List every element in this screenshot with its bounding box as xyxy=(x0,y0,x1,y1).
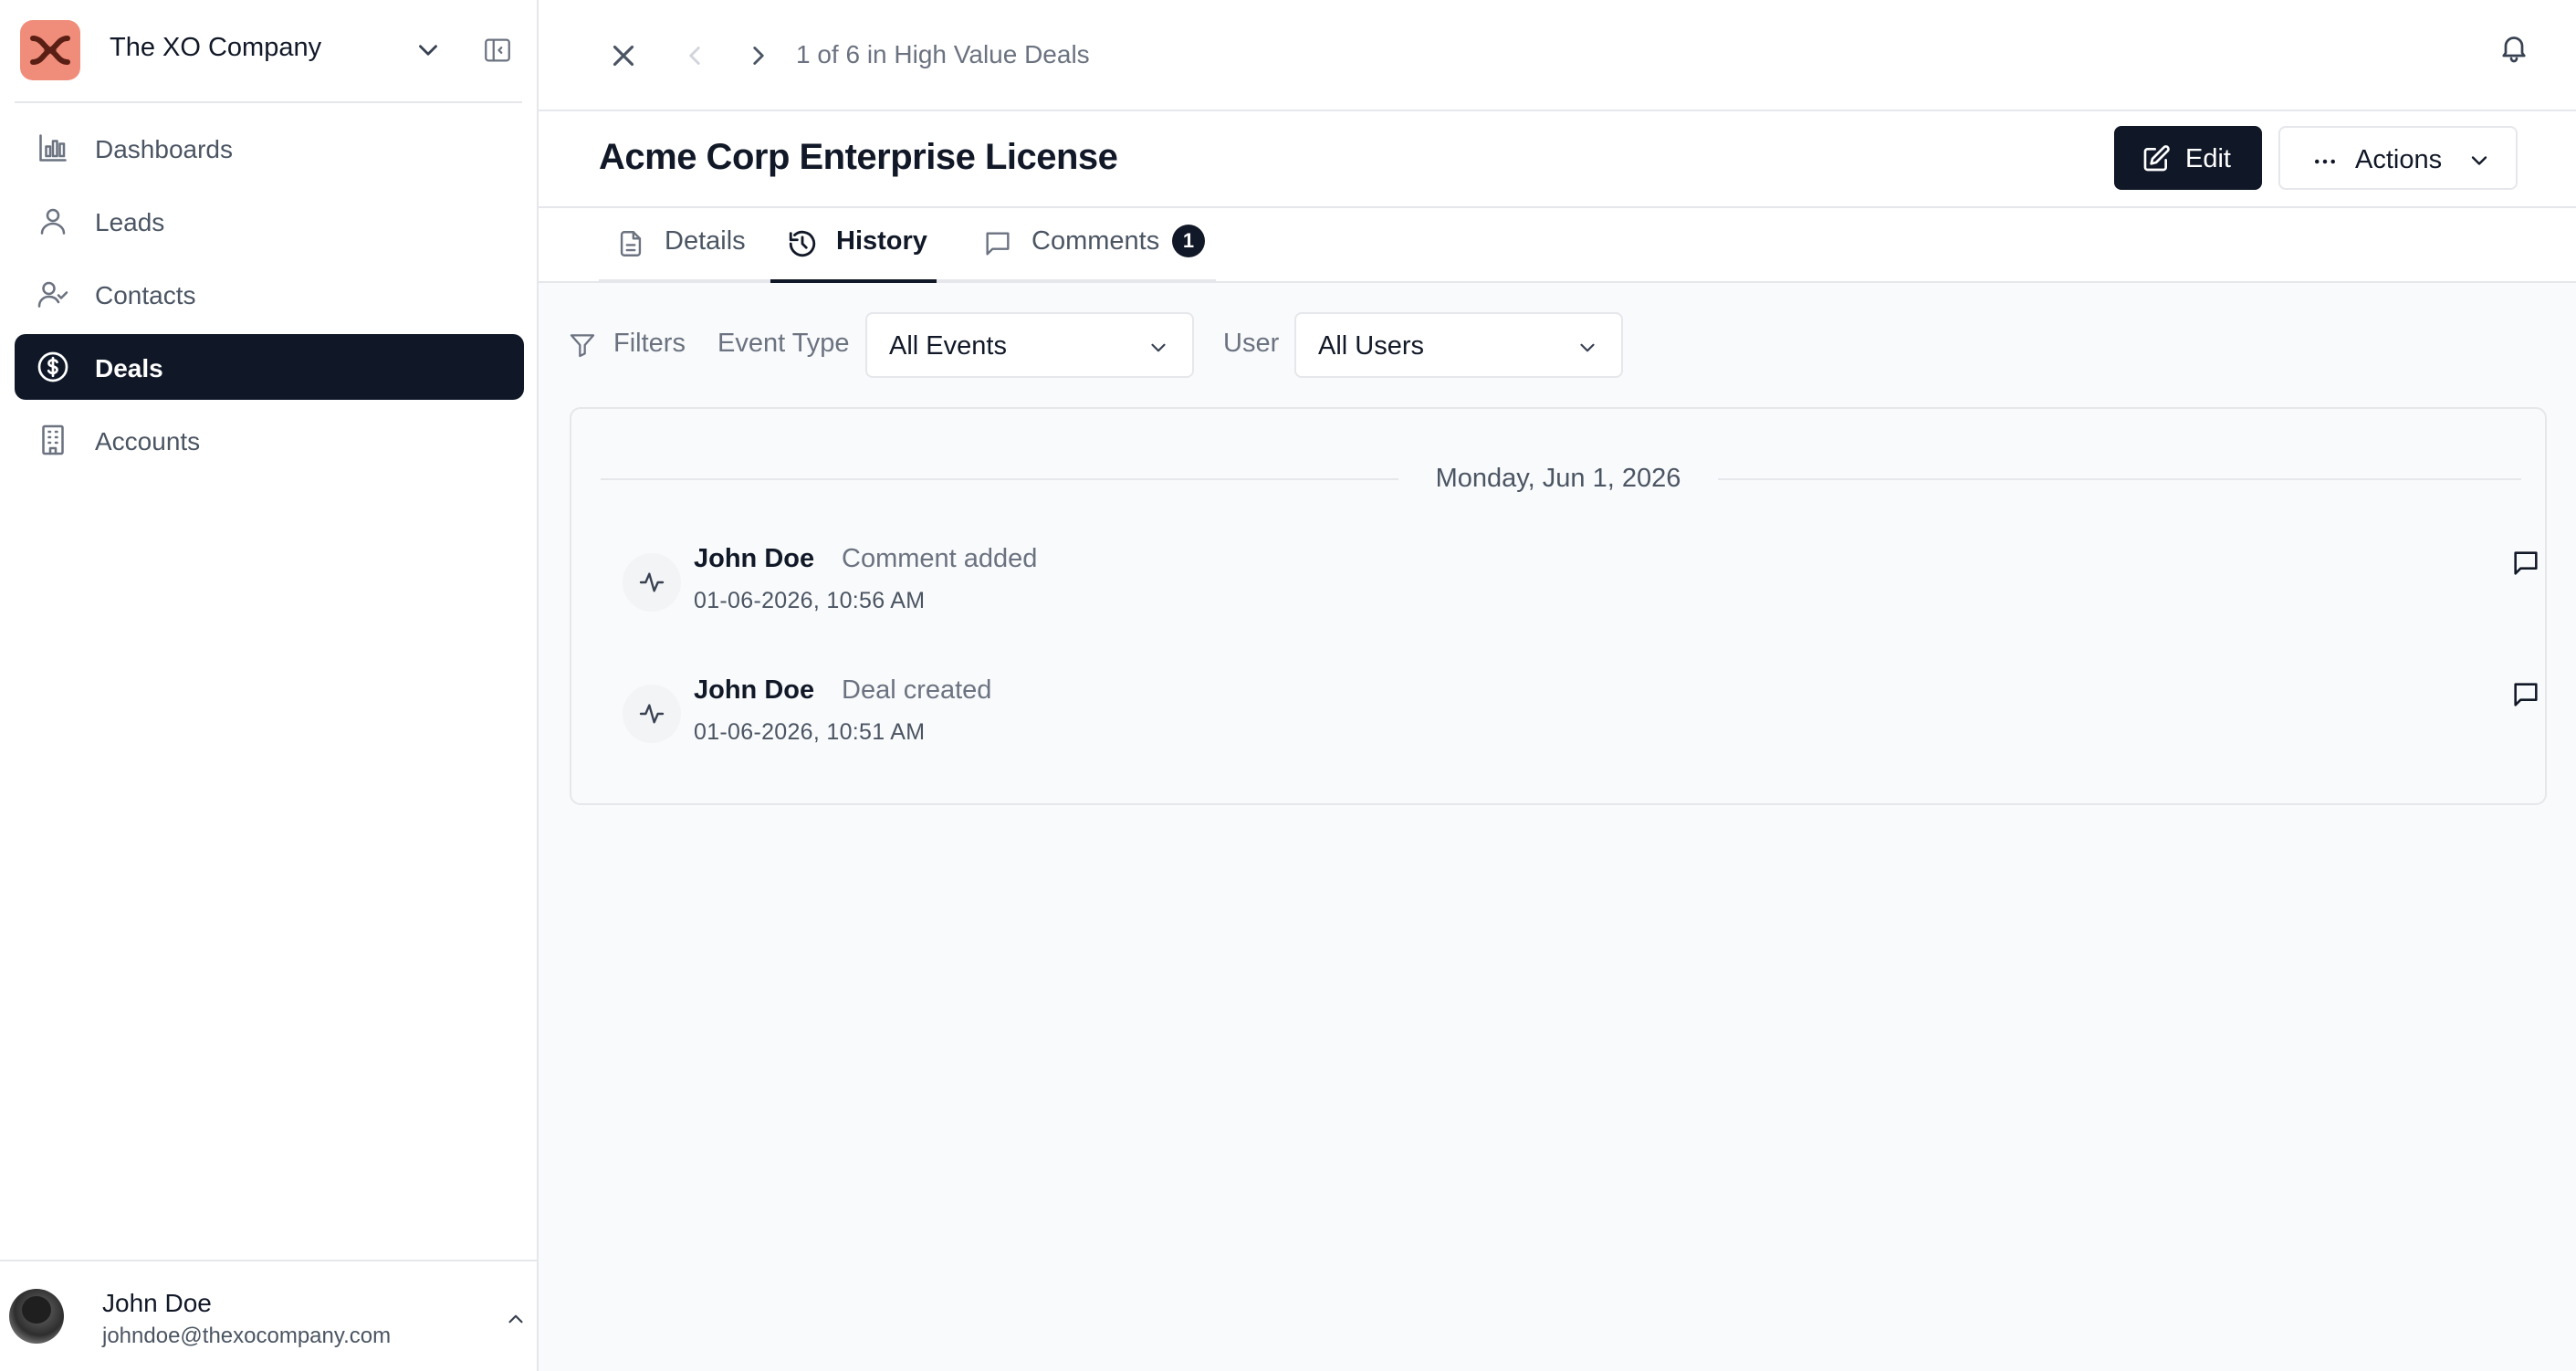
comment-icon xyxy=(982,228,1013,259)
workspace-switcher[interactable]: The XO Company xyxy=(0,0,539,102)
chevron-down-icon xyxy=(1147,336,1170,360)
user-email: johndoe@thexocompany.com xyxy=(102,1324,392,1348)
chevron-up-icon[interactable] xyxy=(504,1307,528,1331)
tab-history[interactable]: History xyxy=(770,208,937,283)
sidebar-divider xyxy=(15,101,522,103)
event-type-select[interactable]: All Events xyxy=(865,312,1194,378)
next-record-icon[interactable] xyxy=(743,40,774,71)
tab-details[interactable]: Details xyxy=(599,208,749,281)
tab-label: Comments xyxy=(1031,226,1160,256)
sidebar-item-leads[interactable]: Leads xyxy=(15,188,524,254)
tab-label: History xyxy=(836,226,927,256)
record-header: Acme Corp Enterprise License Edit Action… xyxy=(539,111,2576,208)
sidebar-item-dashboards[interactable]: Dashboards xyxy=(15,115,524,181)
page-title: Acme Corp Enterprise License xyxy=(599,137,1118,177)
more-horizontal-icon xyxy=(2311,148,2339,175)
history-filters: Filters Event Type All Events User All U… xyxy=(539,283,2576,411)
user-filter-label: User xyxy=(1223,329,1280,358)
event-type-value: All Events xyxy=(889,331,1007,361)
bar-chart-icon xyxy=(37,131,69,164)
event-user: John Doe xyxy=(694,544,815,573)
comments-count-badge: 1 xyxy=(1172,225,1205,257)
sidebar: The XO Company Dashboards Leads Contacts xyxy=(0,0,539,1371)
date-divider xyxy=(601,478,1398,480)
event-timestamp: 01-06-2026, 10:51 AM xyxy=(694,719,926,745)
comment-icon[interactable] xyxy=(2510,548,2541,579)
history-icon xyxy=(787,228,818,259)
user-filter-value: All Users xyxy=(1318,331,1425,361)
sidebar-item-accounts[interactable]: Accounts xyxy=(15,407,524,473)
filter-icon xyxy=(568,330,597,360)
bell-icon[interactable] xyxy=(2497,31,2530,64)
document-icon xyxy=(615,228,646,259)
history-timeline: Monday, Jun 1, 2026 John Doe Comment add… xyxy=(570,407,2547,805)
date-group-label: Monday, Jun 1, 2026 xyxy=(1435,464,1681,493)
date-divider xyxy=(1718,478,2521,480)
dollar-circle-icon xyxy=(37,351,69,383)
sidebar-collapse-icon[interactable] xyxy=(482,35,513,66)
history-event: John Doe Comment added 01-06-2026, 10:56… xyxy=(571,544,2549,654)
user-select[interactable]: All Users xyxy=(1294,312,1623,378)
company-logo xyxy=(20,20,80,80)
previous-record-icon[interactable] xyxy=(679,40,710,71)
actions-button-label: Actions xyxy=(2355,145,2443,174)
edit-button[interactable]: Edit xyxy=(2114,126,2262,190)
tab-comments[interactable]: Comments 1 xyxy=(966,208,1212,281)
record-position: 1 of 6 in High Value Deals xyxy=(796,40,1090,68)
sidebar-nav: Dashboards Leads Contacts Deals Accounts xyxy=(15,115,524,480)
event-type-label: Event Type xyxy=(717,329,850,358)
user-icon xyxy=(37,204,69,237)
comment-icon[interactable] xyxy=(2510,679,2541,710)
record-tabs: Details History Comments 1 xyxy=(539,208,2576,283)
event-action: Comment added xyxy=(842,544,1038,573)
filters-label: Filters xyxy=(613,329,686,358)
sidebar-item-deals[interactable]: Deals xyxy=(15,334,524,400)
sidebar-item-contacts[interactable]: Contacts xyxy=(15,261,524,327)
user-name: John Doe xyxy=(102,1289,212,1317)
history-event: John Doe Deal created 01-06-2026, 10:51 … xyxy=(571,675,2549,785)
sidebar-item-label: Contacts xyxy=(95,281,196,309)
chevron-down-icon xyxy=(1576,336,1599,360)
main-content: 1 of 6 in High Value Deals Acme Corp Ent… xyxy=(539,0,2576,1371)
sidebar-item-label: Deals xyxy=(95,354,163,382)
close-icon[interactable] xyxy=(606,38,641,73)
user-check-icon xyxy=(37,277,69,310)
chevron-down-icon xyxy=(2466,148,2492,173)
avatar xyxy=(9,1289,64,1344)
event-action: Deal created xyxy=(842,675,992,705)
workspace-name: The XO Company xyxy=(110,33,322,62)
tab-label: Details xyxy=(665,226,746,256)
building-icon xyxy=(37,424,69,456)
chevron-down-icon[interactable] xyxy=(413,35,444,66)
event-timestamp: 01-06-2026, 10:56 AM xyxy=(694,588,926,613)
edit-button-label: Edit xyxy=(2185,144,2231,173)
sidebar-item-label: Leads xyxy=(95,208,165,236)
sidebar-item-label: Accounts xyxy=(95,427,201,455)
activity-icon xyxy=(623,685,681,743)
activity-icon xyxy=(623,553,681,612)
user-menu[interactable]: John Doe johndoe@thexocompany.com xyxy=(0,1260,537,1371)
sidebar-item-label: Dashboards xyxy=(95,135,233,163)
actions-button[interactable]: Actions xyxy=(2278,126,2518,190)
record-topbar: 1 of 6 in High Value Deals xyxy=(539,0,2576,111)
edit-icon xyxy=(2141,144,2171,173)
event-user: John Doe xyxy=(694,675,815,705)
